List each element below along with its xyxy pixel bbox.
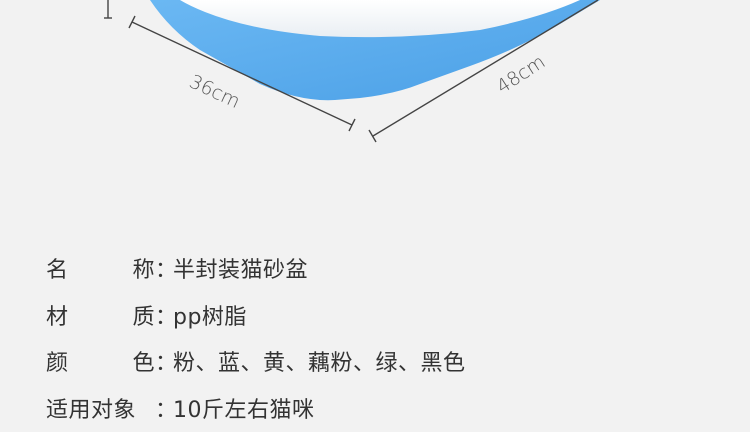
depth-dimension-tick-end (348, 118, 356, 132)
spec-label-color-char-1: 颜 (46, 351, 69, 376)
spec-value-material: pp树脂 (173, 305, 247, 330)
spec-row-color: 颜 色 ： 粉、蓝、黄、藕粉、绿、黑色 (46, 341, 466, 381)
spec-value-name: 半封装猫砂盆 (173, 258, 309, 283)
spec-label-material-char-1: 材 (46, 305, 69, 330)
spec-label-target: 适用对象 (46, 398, 137, 423)
spec-label-name: 名 称 (46, 252, 155, 284)
spec-label-color-char-2: 色 (132, 351, 155, 376)
spec-separator: ： (155, 258, 178, 283)
litter-box-illustration: 36cm 48cm (104, 0, 600, 143)
spec-value-color: 粉、蓝、黄、藕粉、绿、黑色 (173, 351, 466, 376)
depth-dimension-label: 36cm (186, 71, 243, 113)
spec-label-material: 材 质 (46, 299, 155, 331)
width-dimension-tick-start (368, 129, 377, 143)
spec-row-target: 适用对象 ： 10斤左右猫咪 (46, 388, 315, 428)
spec-row-material: 材 质 ： pp树脂 (46, 295, 247, 335)
spec-separator: ： (155, 398, 178, 423)
spec-label-material-char-2: 质 (132, 305, 155, 330)
spec-label-name-char-2: 称 (132, 258, 155, 283)
spec-row-name: 名 称 ： 半封装猫砂盆 (46, 248, 308, 288)
spec-value-target: 10斤左右猫咪 (173, 398, 315, 423)
spec-label-name-char-1: 名 (46, 258, 69, 283)
depth-dimension-tick-start (128, 15, 136, 29)
product-dimension-diagram: 36cm 48cm (0, 0, 750, 180)
spec-separator: ： (155, 351, 178, 376)
spec-label-color: 颜 色 (46, 345, 155, 377)
spec-separator: ： (155, 305, 178, 330)
